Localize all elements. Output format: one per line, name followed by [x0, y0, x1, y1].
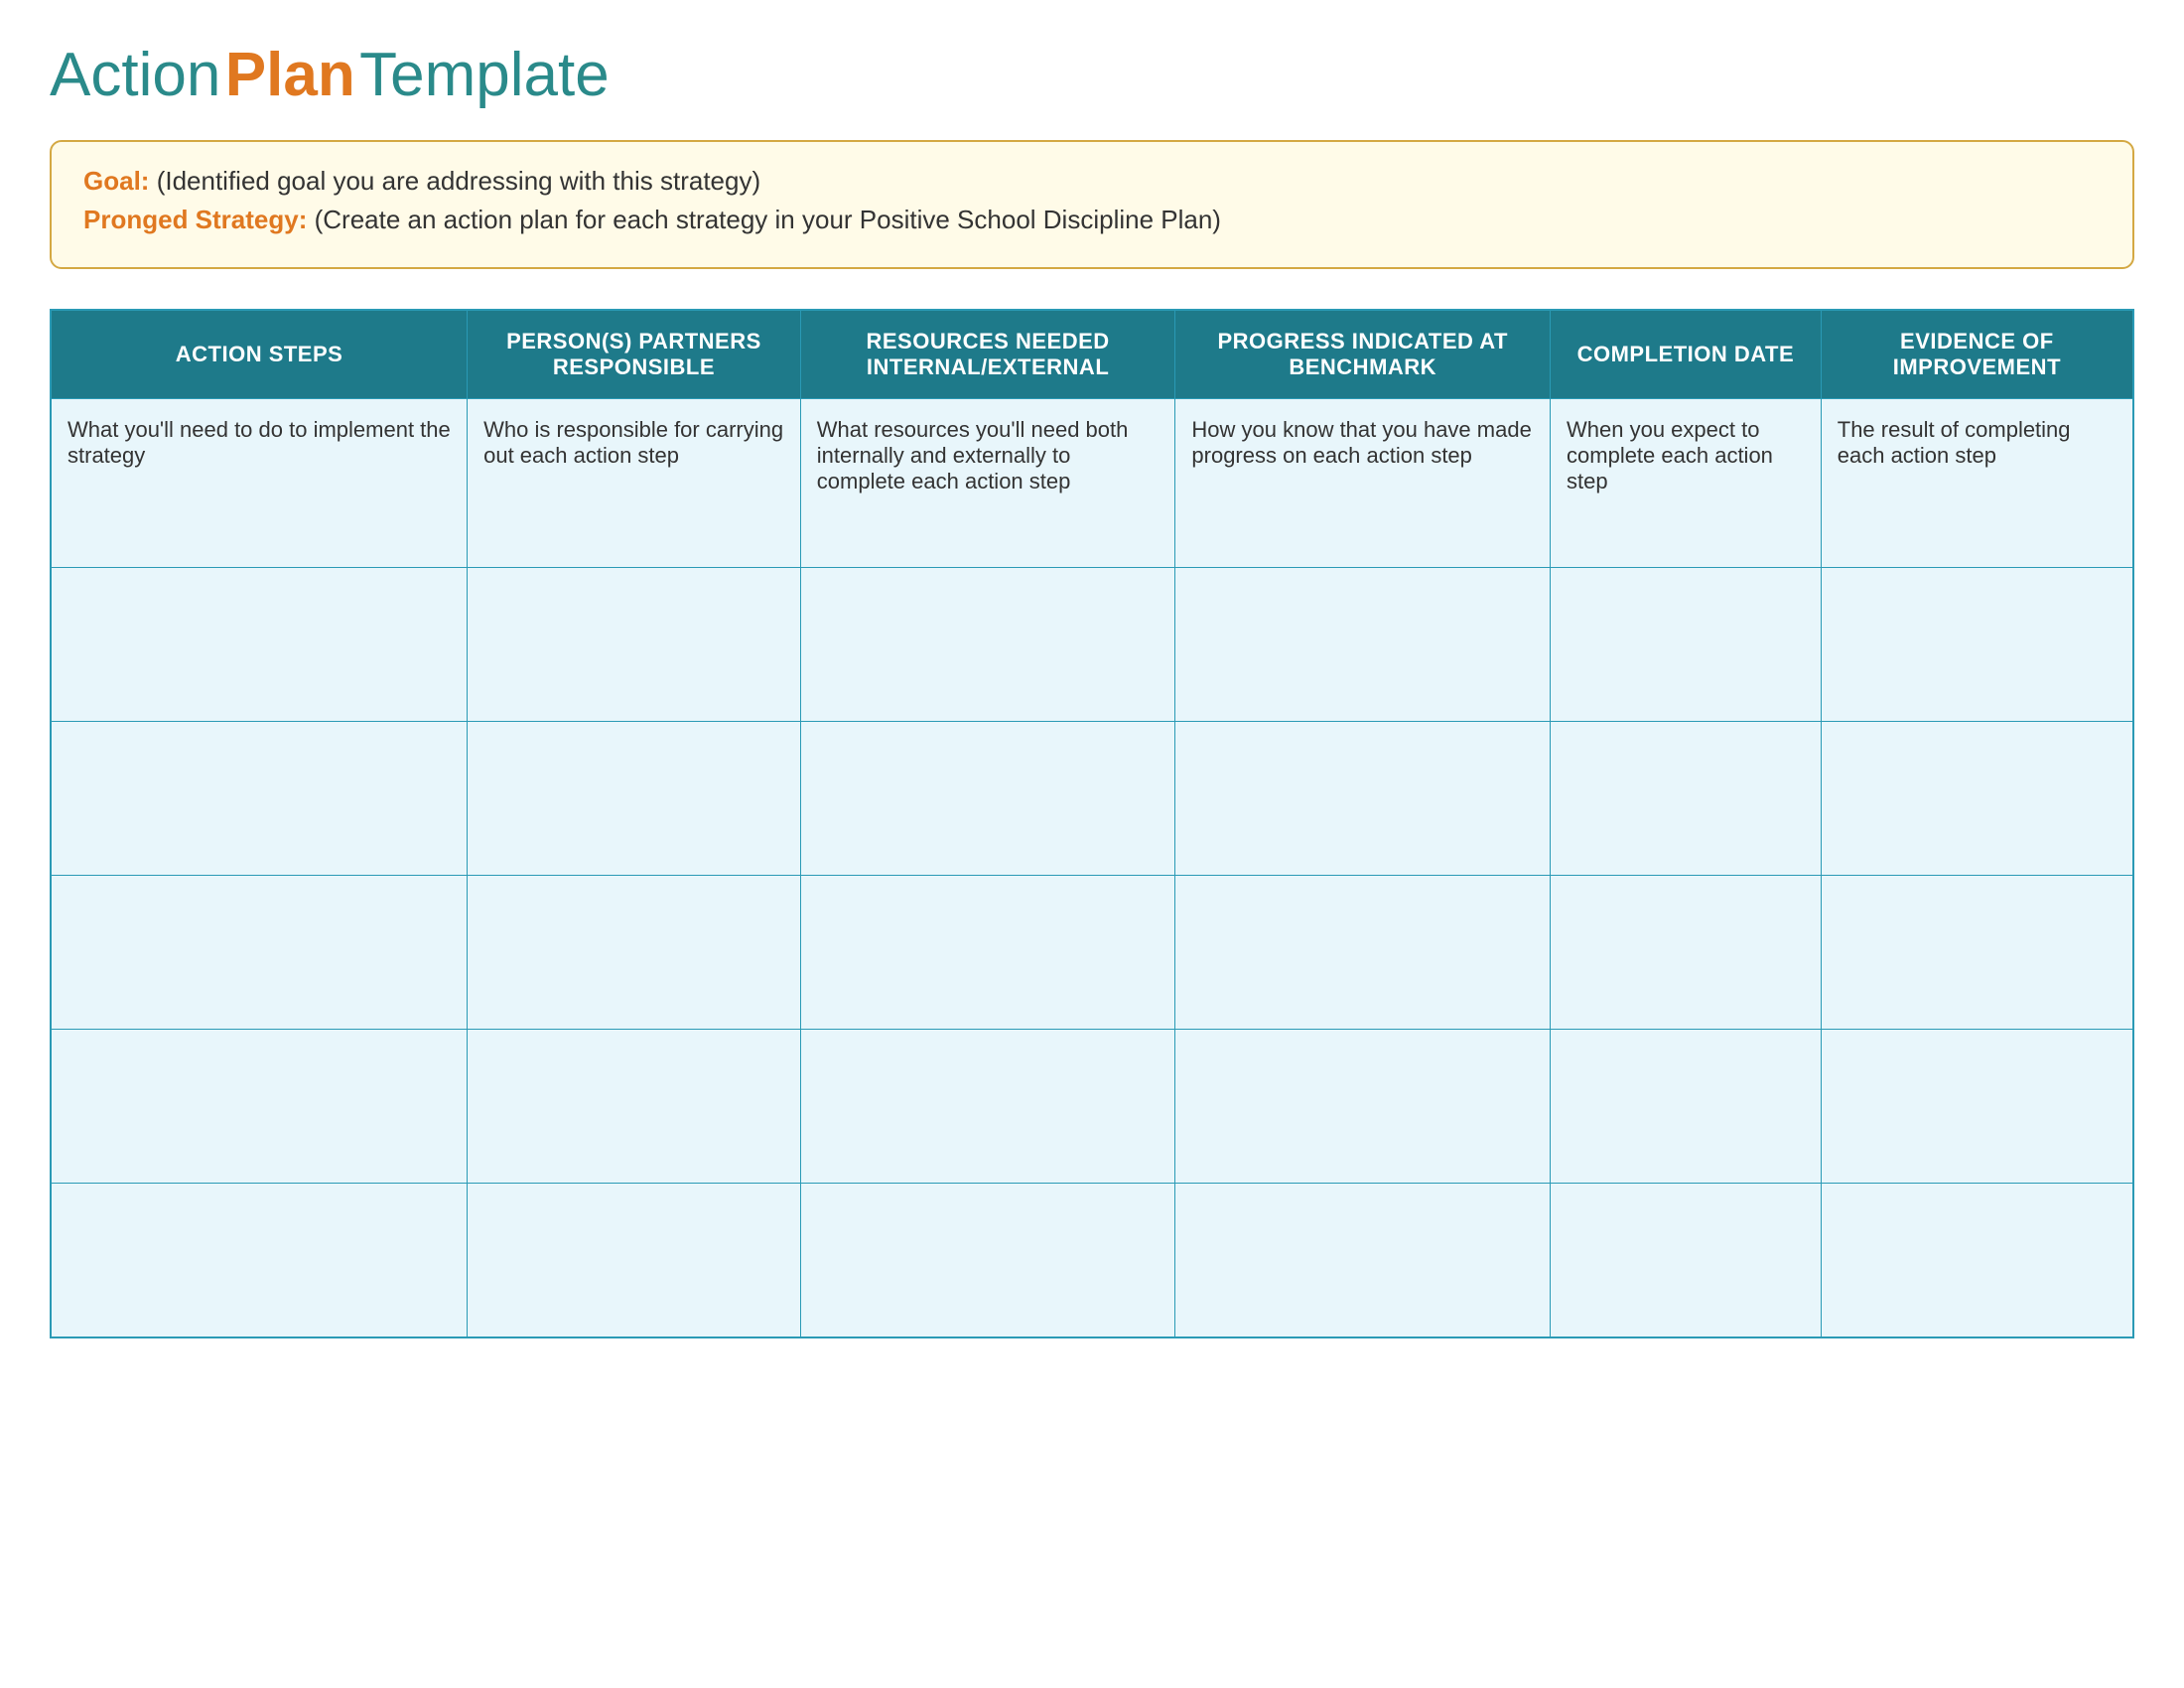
row5-evidence[interactable]: [1821, 1184, 2133, 1337]
action-plan-table: ACTION STEPS PERSON(S) PARTNERS RESPONSI…: [50, 309, 2134, 1338]
row4-completion[interactable]: [1551, 1030, 1822, 1184]
row3-evidence[interactable]: [1821, 876, 2133, 1030]
row1-evidence[interactable]: [1821, 568, 2133, 722]
row5-completion[interactable]: [1551, 1184, 1822, 1337]
desc-persons: Who is responsible for carrying out each…: [468, 399, 801, 568]
row3-progress[interactable]: [1175, 876, 1551, 1030]
goal-box: Goal: (Identified goal you are addressin…: [50, 140, 2134, 269]
desc-action-steps: What you'll need to do to implement the …: [51, 399, 468, 568]
row2-resources[interactable]: [800, 722, 1175, 876]
row3-resources[interactable]: [800, 876, 1175, 1030]
row1-action[interactable]: [51, 568, 468, 722]
row4-evidence[interactable]: [1821, 1030, 2133, 1184]
header-completion: COMPLETION DATE: [1551, 310, 1822, 399]
row5-action[interactable]: [51, 1184, 468, 1337]
table-row-5: [51, 1184, 2133, 1337]
desc-progress: How you know that you have made progress…: [1175, 399, 1551, 568]
goal-line: Goal: (Identified goal you are addressin…: [83, 166, 2101, 197]
row1-persons[interactable]: [468, 568, 801, 722]
row2-persons[interactable]: [468, 722, 801, 876]
table-row-2: [51, 722, 2133, 876]
row4-persons[interactable]: [468, 1030, 801, 1184]
table-header-row: ACTION STEPS PERSON(S) PARTNERS RESPONSI…: [51, 310, 2133, 399]
row2-action[interactable]: [51, 722, 468, 876]
desc-completion: When you expect to complete each action …: [1551, 399, 1822, 568]
row3-action[interactable]: [51, 876, 468, 1030]
row1-progress[interactable]: [1175, 568, 1551, 722]
pronged-text: (Create an action plan for each strategy…: [315, 205, 1221, 234]
row2-progress[interactable]: [1175, 722, 1551, 876]
table-row-3: [51, 876, 2133, 1030]
goal-label: Goal:: [83, 166, 149, 196]
row3-persons[interactable]: [468, 876, 801, 1030]
row4-resources[interactable]: [800, 1030, 1175, 1184]
row4-progress[interactable]: [1175, 1030, 1551, 1184]
row1-completion[interactable]: [1551, 568, 1822, 722]
desc-resources: What resources you'll need both internal…: [800, 399, 1175, 568]
row4-action[interactable]: [51, 1030, 468, 1184]
title-action: Action: [50, 41, 220, 109]
desc-evidence: The result of completing each action ste…: [1821, 399, 2133, 568]
table-row-1: [51, 568, 2133, 722]
row2-completion[interactable]: [1551, 722, 1822, 876]
row5-persons[interactable]: [468, 1184, 801, 1337]
page-title: Action Plan Template: [50, 40, 2134, 110]
pronged-line: Pronged Strategy: (Create an action plan…: [83, 205, 2101, 235]
title-plan: Plan: [225, 41, 355, 109]
row2-evidence[interactable]: [1821, 722, 2133, 876]
header-progress: PROGRESS INDICATED AT BENCHMARK: [1175, 310, 1551, 399]
header-evidence: EVIDENCE OF IMPROVEMENT: [1821, 310, 2133, 399]
header-persons: PERSON(S) PARTNERS RESPONSIBLE: [468, 310, 801, 399]
row3-completion[interactable]: [1551, 876, 1822, 1030]
row5-progress[interactable]: [1175, 1184, 1551, 1337]
title-template: Template: [359, 41, 610, 109]
row5-resources[interactable]: [800, 1184, 1175, 1337]
table-row-4: [51, 1030, 2133, 1184]
row1-resources[interactable]: [800, 568, 1175, 722]
goal-text: (Identified goal you are addressing with…: [157, 166, 760, 196]
header-action-steps: ACTION STEPS: [51, 310, 468, 399]
table-row-description: What you'll need to do to implement the …: [51, 399, 2133, 568]
header-resources: RESOURCES NEEDED INTERNAL/EXTERNAL: [800, 310, 1175, 399]
pronged-label: Pronged Strategy:: [83, 205, 307, 234]
